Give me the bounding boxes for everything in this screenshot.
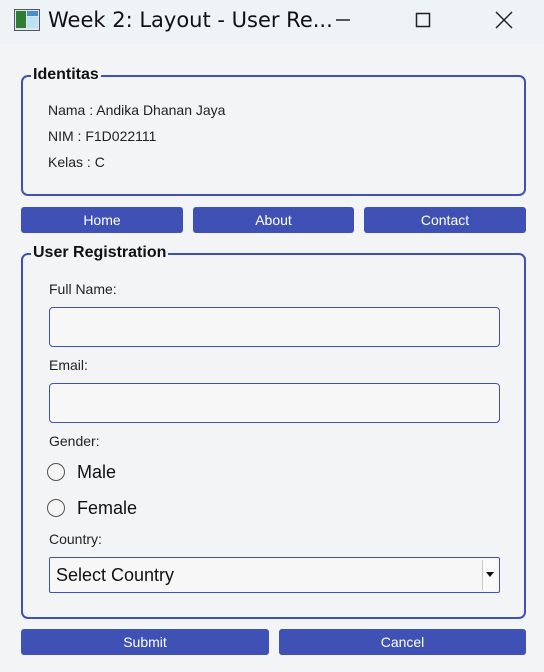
close-button[interactable] xyxy=(481,0,527,44)
nama-text: Nama : Andika Dhanan Jaya xyxy=(48,102,226,118)
full-name-label: Full Name: xyxy=(49,281,117,297)
cancel-button[interactable]: Cancel xyxy=(279,629,526,655)
identitas-group: Identitas Nama : Andika Dhanan Jaya NIM … xyxy=(21,66,526,196)
chevron-down-icon[interactable] xyxy=(482,560,496,590)
window-title: Week 2: Layout - User Re... xyxy=(48,8,333,32)
gender-label: Gender: xyxy=(49,433,100,449)
maximize-icon xyxy=(415,12,431,33)
full-name-input[interactable] xyxy=(49,307,500,347)
country-selected-value: Select Country xyxy=(56,565,175,585)
radio-male-label: Male xyxy=(77,461,117,482)
submit-button[interactable]: Submit xyxy=(21,629,269,655)
radio-male[interactable] xyxy=(47,463,65,481)
radio-female[interactable] xyxy=(47,499,65,517)
home-button[interactable]: Home xyxy=(21,207,183,233)
about-button[interactable]: About xyxy=(193,207,354,233)
maximize-button[interactable] xyxy=(400,0,446,44)
email-label: Email: xyxy=(49,357,88,373)
gender-option-female[interactable]: Female xyxy=(47,495,137,521)
minimize-icon xyxy=(335,12,351,33)
country-label: Country: xyxy=(49,531,102,547)
title-bar: Week 2: Layout - User Re... xyxy=(0,0,544,44)
email-input[interactable] xyxy=(49,383,500,423)
registration-group: User Registration Full Name: Email: Gend… xyxy=(21,244,526,619)
app-window-icon xyxy=(14,9,40,31)
kelas-text: Kelas : C xyxy=(48,154,105,170)
close-icon xyxy=(495,10,513,34)
radio-female-label: Female xyxy=(77,497,138,518)
contact-button[interactable]: Contact xyxy=(364,207,526,233)
registration-legend: User Registration xyxy=(31,244,169,262)
minimize-button[interactable] xyxy=(320,0,366,44)
nim-text: NIM : F1D022111 xyxy=(48,128,157,144)
gender-option-male[interactable]: Male xyxy=(47,459,116,485)
country-select[interactable]: Select Country xyxy=(49,557,500,593)
identitas-legend: Identitas xyxy=(31,66,101,84)
